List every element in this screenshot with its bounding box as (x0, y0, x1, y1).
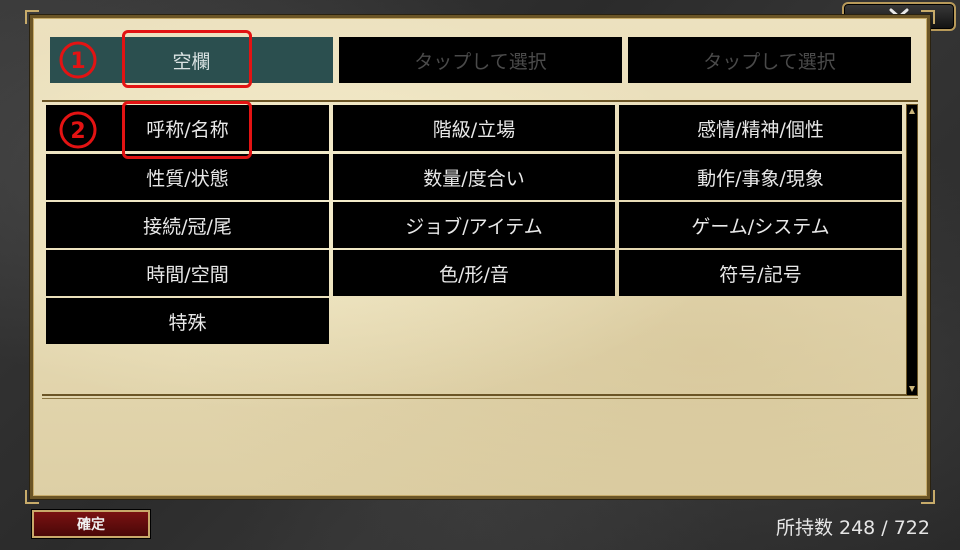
category-item[interactable]: ゲーム/システム (619, 202, 902, 248)
category-item[interactable]: 動作/事象/現象 (619, 154, 902, 200)
description-area (42, 398, 918, 486)
category-item[interactable]: 性質/状態 (46, 154, 329, 200)
owned-count: 所持数 248 / 722 (775, 517, 930, 539)
category-item[interactable]: ジョブ/アイテム (333, 202, 615, 248)
frame-corner (921, 10, 935, 24)
annotation-number-2: 2 (57, 109, 99, 151)
annotation-highlight-slot (122, 30, 252, 88)
frame-corner (921, 490, 935, 504)
word-slot-3[interactable]: タップして選択 (628, 37, 911, 83)
category-scrollbar[interactable] (906, 104, 918, 396)
svg-text:2: 2 (70, 119, 85, 144)
word-slot-2[interactable]: タップして選択 (339, 37, 622, 83)
scroll-up-icon[interactable] (907, 105, 917, 117)
category-item[interactable]: 特殊 (46, 298, 329, 344)
category-item[interactable]: 接続/冠/尾 (46, 202, 329, 248)
frame-corner (25, 490, 39, 504)
category-item[interactable]: 色/形/音 (333, 250, 615, 296)
category-item[interactable]: 階級/立場 (333, 105, 615, 151)
annotation-highlight-category (122, 101, 252, 159)
annotation-number-1: 1 (57, 39, 99, 81)
svg-text:1: 1 (70, 49, 85, 74)
category-item[interactable]: 符号/記号 (619, 250, 902, 296)
category-item[interactable]: 感情/精神/個性 (619, 105, 902, 151)
category-item[interactable]: 時間/空間 (46, 250, 329, 296)
category-item[interactable]: 数量/度合い (333, 154, 615, 200)
frame-corner (25, 10, 39, 24)
confirm-button[interactable]: 確定 (32, 510, 150, 538)
scroll-down-icon[interactable] (907, 383, 917, 395)
